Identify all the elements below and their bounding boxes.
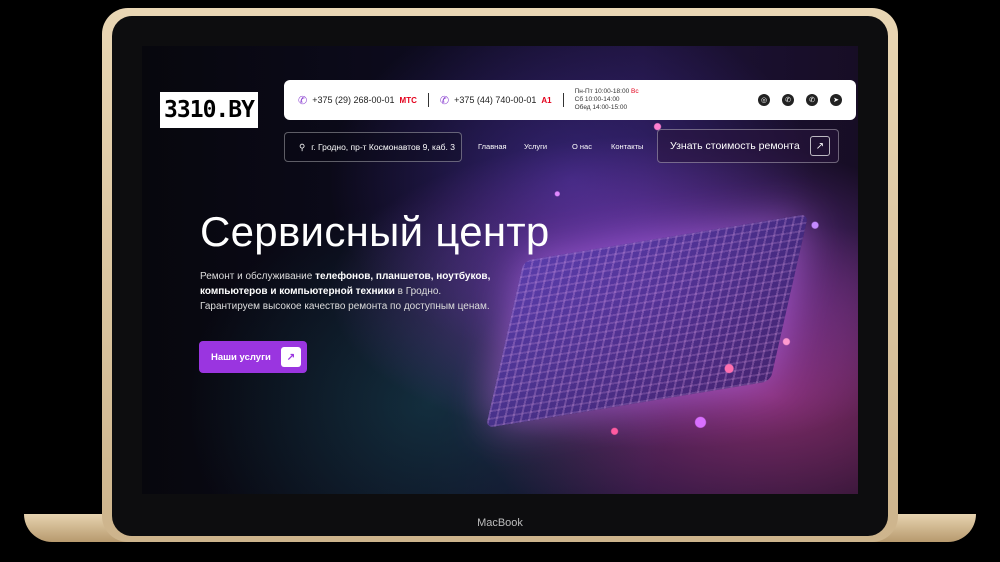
- phone-icon: ✆: [439, 94, 450, 107]
- nav-about[interactable]: О нас: [572, 142, 592, 151]
- a1-logo: A1: [541, 95, 552, 105]
- viber-icon[interactable]: ✆: [782, 94, 794, 106]
- location-pin-icon: ⚲: [299, 141, 306, 152]
- whatsapp-icon[interactable]: ✆: [806, 94, 818, 106]
- phone-icon: ✆: [298, 94, 308, 107]
- phone-a1[interactable]: ✆ +375 (44) 740-00-01 A1: [440, 94, 552, 107]
- nav-services[interactable]: Услуги: [524, 142, 547, 151]
- nav-home[interactable]: Главная: [478, 142, 507, 151]
- phone-mts[interactable]: ✆ +375 (29) 268-00-01 МТС: [298, 94, 417, 107]
- site-logo[interactable]: 3310.BY: [160, 92, 258, 128]
- telegram-icon[interactable]: ➤: [830, 94, 842, 106]
- device-label: MacBook: [477, 517, 523, 529]
- laptop-mockup: 3310.BY ✆ +375 (29) 268-00-01 МТС ✆ +375…: [0, 0, 1000, 562]
- instagram-icon[interactable]: ◎: [758, 94, 770, 106]
- arrow-up-right-icon: ↗: [810, 136, 830, 156]
- working-hours: Пн-Пт 10:00-18:00 Вс Сб 10:00-14:00 Обед…: [574, 88, 639, 111]
- hero-description: Ремонт и обслуживание телефонов, планшет…: [200, 271, 491, 312]
- divider: [427, 93, 429, 107]
- our-services-button[interactable]: Наши услуги ↗: [199, 341, 307, 373]
- hero-title: Сервисный центр: [200, 208, 550, 255]
- nav-contacts[interactable]: Контакты: [611, 142, 643, 151]
- repair-cost-button[interactable]: Узнать стоимость ремонта ↗: [657, 129, 839, 163]
- contact-bar: ✆ +375 (29) 268-00-01 МТС ✆ +375 (44) 74…: [284, 80, 856, 120]
- address-box[interactable]: ⚲ г. Гродно, пр-т Космонавтов 9, каб. 3: [284, 132, 462, 162]
- arrow-up-right-icon: ↗: [281, 347, 301, 367]
- social-links: ◎ ✆ ✆ ➤: [758, 94, 842, 106]
- divider: [562, 93, 564, 107]
- mts-logo: МТС: [399, 95, 417, 105]
